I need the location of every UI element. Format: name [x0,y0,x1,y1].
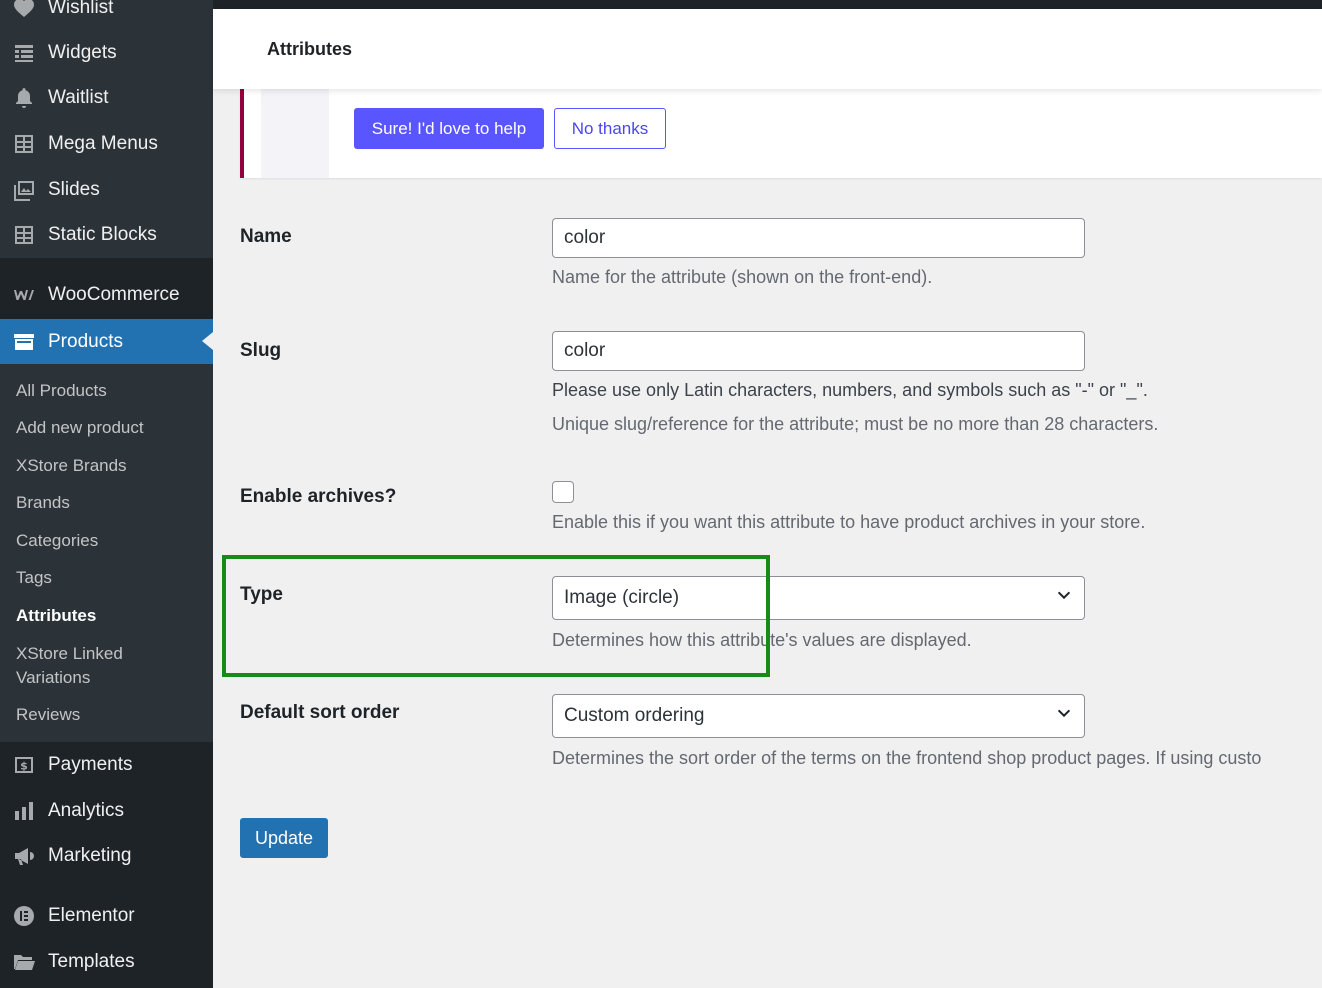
slug-label: Slug [240,340,282,361]
sidebar-item-products[interactable]: Products [0,319,213,364]
submenu-item-all-products[interactable]: All Products [16,379,107,403]
chevron-down-icon [1055,586,1073,610]
slug-input[interactable]: color [552,331,1085,371]
submenu-item-brands[interactable]: Brands [16,491,70,515]
sidebar-item-widgets[interactable]: Widgets [0,31,213,75]
admin-notice: Sure! I'd love to help No thanks [240,89,1322,178]
page-header: Attributes [213,9,1322,89]
svg-text:$: $ [20,760,28,773]
archives-description: Enable this if you want this attribute t… [552,512,1146,532]
submenu-item-categories[interactable]: Categories [16,529,98,553]
sidebar-item-slides[interactable]: Slides [0,168,213,212]
chevron-down-icon [1055,704,1073,728]
submenu-item-add-new-product[interactable]: Add new product [16,416,144,440]
slug-description: Please use only Latin characters, number… [552,380,1148,400]
dollar-icon: $ [0,753,48,777]
sidebar-item-payments[interactable]: $ Payments [0,743,213,787]
bell-icon [0,86,48,110]
sidebar-item-label: Mega Menus [48,133,158,154]
submenu-item-xstore-brands[interactable]: XStore Brands [16,454,127,478]
heart-icon [0,0,48,20]
products-submenu: All Products Add new product XStore Bran… [0,364,213,742]
archive-box-icon [0,330,48,354]
woocommerce-icon [0,283,48,307]
sidebar-item-analytics[interactable]: Analytics [0,789,213,833]
submenu-item-reviews[interactable]: Reviews [16,703,80,727]
sidebar-top-group: Wishlist Widgets Waitlist Mega Menus Sli… [0,0,213,258]
sidebar-item-static-blocks[interactable]: Static Blocks [0,213,213,257]
sidebar-item-mega-menus[interactable]: Mega Menus [0,122,213,166]
name-description: Name for the attribute (shown on the fro… [552,267,933,287]
sidebar-item-label: Wishlist [48,0,114,18]
name-input[interactable]: color [552,218,1085,258]
page-title: Attributes [267,39,352,59]
type-description: Determines how this attribute's values a… [552,630,972,650]
grid-icon [0,132,48,156]
sidebar-item-label: WooCommerce [48,284,180,305]
sidebar-item-label: Slides [48,179,100,200]
sidebar-item-marketing[interactable]: Marketing [0,834,213,878]
update-button[interactable]: Update [240,818,328,858]
sidebar-item-templates[interactable]: Templates [0,940,213,984]
sidebar-item-woocommerce[interactable]: WooCommerce [0,273,213,317]
archives-label: Enable archives? [240,486,397,507]
enable-archives-checkbox[interactable] [552,481,574,503]
type-select-value: Image (circle) [564,587,680,608]
sidebar-item-elementor[interactable]: Elementor [0,894,213,938]
folder-icon [0,950,48,974]
slides-icon [0,178,48,202]
sidebar-item-label: Marketing [48,845,132,866]
bar-chart-icon [0,799,48,823]
admin-sidebar: Wishlist Widgets Waitlist Mega Menus Sli… [0,0,213,988]
sidebar-item-label: Static Blocks [48,224,157,245]
notice-logo-area [261,89,329,178]
sidebar-item-label: Waitlist [48,87,109,108]
sidebar-item-wishlist[interactable]: Wishlist [0,0,213,30]
sidebar-item-label: Templates [48,951,135,972]
accept-help-button[interactable]: Sure! I'd love to help [354,108,544,149]
elementor-icon [0,904,48,928]
sidebar-item-waitlist[interactable]: Waitlist [0,76,213,120]
sort-order-select[interactable]: Custom ordering [552,694,1085,738]
sort-order-description: Determines the sort order of the terms o… [552,748,1262,768]
name-label: Name [240,226,292,247]
sort-order-select-value: Custom ordering [564,705,705,726]
type-label: Type [240,584,283,605]
sidebar-item-label: Payments [48,754,133,775]
grid-icon [0,223,48,247]
sort-order-label: Default sort order [240,702,400,723]
submenu-item-xstore-linked-variations[interactable]: XStore Linked Variations [16,642,196,690]
sidebar-item-label: Analytics [48,800,125,821]
type-select[interactable]: Image (circle) [552,576,1085,620]
no-thanks-button[interactable]: No thanks [554,108,666,149]
sidebar-item-label: Widgets [48,42,117,63]
slug-description-secondary: Unique slug/reference for the attribute;… [552,414,1159,434]
sidebar-item-label: Elementor [48,905,135,926]
widgets-icon [0,41,48,65]
submenu-item-tags[interactable]: Tags [16,566,52,590]
sidebar-item-label: Products [48,330,123,352]
submenu-item-attributes[interactable]: Attributes [16,604,96,628]
megaphone-icon [0,844,48,868]
